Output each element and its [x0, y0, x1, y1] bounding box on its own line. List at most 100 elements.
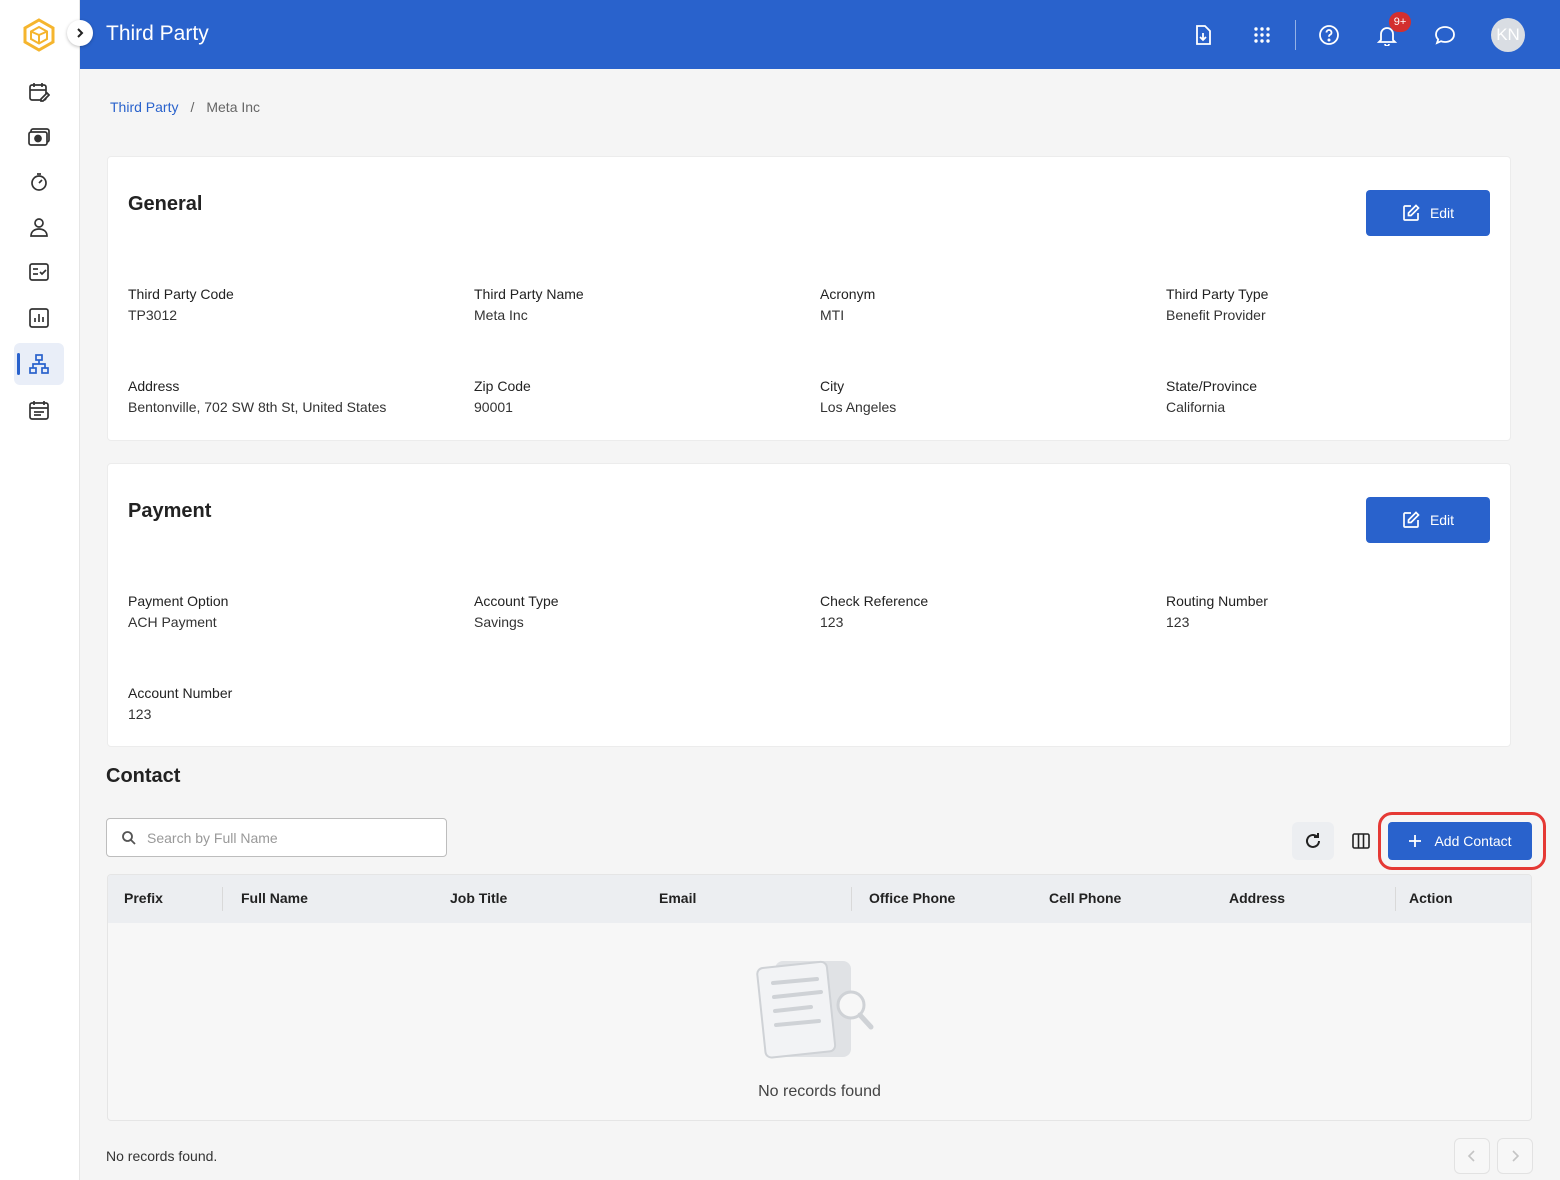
contact-search-input[interactable]	[147, 829, 427, 846]
column-header-action[interactable]: Action	[1409, 890, 1453, 906]
field-value: MTI	[820, 307, 845, 323]
notification-badge: 9+	[1389, 12, 1411, 32]
field-account-type: Account Type Savings	[474, 591, 804, 632]
field-state-province: State/Province California	[1166, 376, 1496, 417]
chevron-left-icon	[1467, 1150, 1475, 1162]
sidebar-active-indicator	[17, 353, 20, 375]
field-zip-code: Zip Code 90001	[474, 376, 804, 417]
refresh-button[interactable]	[1292, 822, 1334, 860]
field-routing-number: Routing Number 123	[1166, 591, 1496, 632]
help-icon[interactable]	[1314, 20, 1344, 50]
payment-title: Payment	[128, 500, 212, 522]
field-account-number: Account Number 123	[128, 683, 458, 724]
breadcrumb-separator: /	[190, 99, 195, 115]
schedule-icon[interactable]	[24, 395, 54, 425]
field-city: City Los Angeles	[820, 376, 1150, 417]
chat-icon[interactable]	[1430, 20, 1460, 50]
general-edit-button[interactable]: Edit	[1366, 190, 1490, 236]
columns-icon	[1352, 833, 1370, 849]
sidebar-toggle-button[interactable]	[67, 20, 93, 46]
field-label: Zip Code	[474, 378, 531, 394]
breadcrumb-current: Meta Inc	[206, 99, 261, 115]
document-download-icon[interactable]	[1188, 20, 1218, 50]
search-icon	[122, 830, 136, 845]
reports-icon[interactable]	[24, 303, 54, 333]
columns-button[interactable]	[1340, 822, 1382, 860]
edit-icon	[1403, 511, 1420, 528]
column-divider	[1395, 887, 1396, 911]
field-label: Third Party Type	[1166, 286, 1269, 302]
payment-edit-label: Edit	[1429, 512, 1455, 528]
app-logo-icon[interactable]	[22, 18, 56, 52]
column-header-office-phone[interactable]: Office Phone	[869, 890, 955, 906]
field-third-party-type: Third Party Type Benefit Provider	[1166, 284, 1496, 325]
org-chart-icon[interactable]	[24, 349, 54, 379]
payment-card: Payment Edit Payment Option ACH Payment …	[107, 463, 1511, 747]
field-address: Address Bentonville, 702 SW 8th St, Unit…	[128, 376, 458, 417]
empty-state-illustration	[753, 953, 883, 1063]
field-value: Benefit Provider	[1166, 307, 1266, 323]
timer-icon[interactable]	[24, 167, 54, 197]
column-header-full-name[interactable]: Full Name	[241, 890, 308, 906]
field-value: Los Angeles	[820, 399, 897, 415]
header-divider	[1295, 20, 1296, 50]
field-acronym: Acronym MTI	[820, 284, 1150, 325]
column-header-job-title[interactable]: Job Title	[450, 890, 507, 906]
column-header-prefix[interactable]: Prefix	[124, 890, 163, 906]
column-header-cell-phone[interactable]: Cell Phone	[1049, 890, 1121, 906]
field-value: Bentonville, 702 SW 8th St, United State…	[128, 399, 387, 415]
field-payment-option: Payment Option ACH Payment	[128, 591, 458, 632]
field-third-party-code: Third Party Code TP3012	[128, 284, 458, 325]
user-avatar[interactable]: KN	[1491, 18, 1525, 52]
apps-grid-icon[interactable]	[1247, 20, 1277, 50]
field-label: Third Party Name	[474, 286, 584, 302]
field-value: ACH Payment	[128, 614, 217, 630]
field-value: 123	[820, 614, 844, 630]
column-header-address[interactable]: Address	[1229, 890, 1285, 906]
table-header: Prefix Full Name Job Title Email Office …	[108, 875, 1531, 923]
breadcrumb: Third Party / Meta Inc	[110, 99, 260, 115]
payroll-icon[interactable]	[24, 122, 54, 152]
sidebar	[0, 0, 80, 1180]
field-label: Address	[128, 378, 180, 394]
field-value: Savings	[474, 614, 524, 630]
field-check-reference: Check Reference 123	[820, 591, 1150, 632]
checklist-icon[interactable]	[24, 257, 54, 287]
person-icon[interactable]	[24, 212, 54, 242]
general-edit-label: Edit	[1429, 205, 1455, 221]
field-label: Third Party Code	[128, 286, 234, 302]
field-value: 123	[128, 706, 152, 722]
refresh-icon	[1306, 833, 1320, 848]
breadcrumb-root-link[interactable]: Third Party	[110, 99, 178, 115]
add-contact-label: Add Contact	[1434, 833, 1512, 849]
field-label: Acronym	[820, 286, 876, 302]
general-title: General	[128, 193, 203, 215]
field-label: State/Province	[1166, 378, 1258, 394]
field-label: Check Reference	[820, 593, 929, 609]
column-divider	[222, 887, 223, 911]
field-third-party-name: Third Party Name Meta Inc	[474, 284, 804, 325]
plus-icon	[1409, 835, 1422, 847]
edit-icon	[1403, 204, 1420, 221]
next-page-button[interactable]	[1497, 1138, 1533, 1174]
field-value: 90001	[474, 399, 513, 415]
field-label: Payment Option	[128, 593, 229, 609]
column-divider	[851, 887, 852, 911]
empty-state-text: No records found	[758, 1083, 881, 1100]
column-header-email[interactable]: Email	[659, 890, 696, 906]
field-value: TP3012	[128, 307, 178, 323]
field-label: Routing Number	[1166, 593, 1268, 609]
pagination-status: No records found.	[106, 1148, 218, 1164]
field-label: Account Number	[128, 685, 233, 701]
page-title: Third Party	[106, 22, 209, 45]
contact-title: Contact	[106, 765, 181, 787]
top-header: Third Party 9+ KN	[80, 0, 1560, 69]
field-label: Account Type	[474, 593, 559, 609]
chevron-right-icon	[77, 28, 84, 38]
add-contact-button[interactable]: Add Contact	[1388, 822, 1532, 860]
contact-table: Prefix Full Name Job Title Email Office …	[107, 874, 1532, 1121]
payment-edit-button[interactable]: Edit	[1366, 497, 1490, 543]
calendar-edit-icon[interactable]	[24, 77, 54, 107]
field-value: California	[1166, 399, 1226, 415]
previous-page-button[interactable]	[1454, 1138, 1490, 1174]
